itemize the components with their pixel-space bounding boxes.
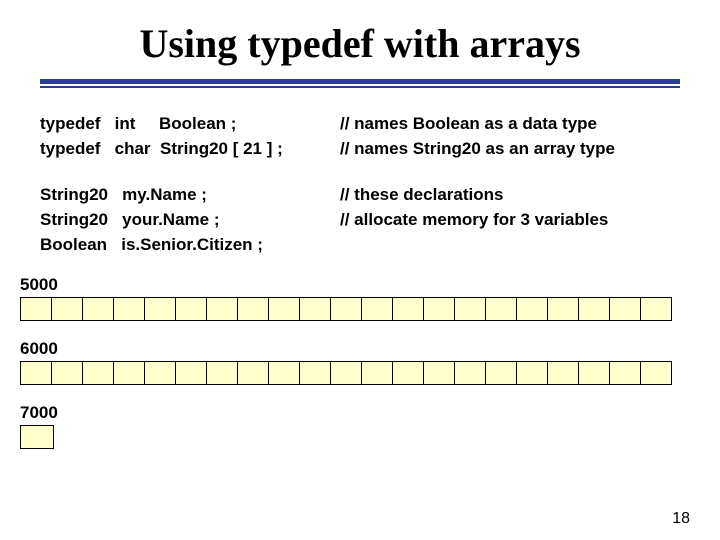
- title-pre: Using: [139, 21, 247, 66]
- memory-cell: [82, 297, 114, 321]
- memory-cell: [485, 361, 517, 385]
- memory-cell: [547, 361, 579, 385]
- memory-cell: [361, 297, 393, 321]
- memory-cell: [51, 297, 83, 321]
- code-line-1-comment: // names Boolean as a data type: [340, 112, 680, 137]
- code-line-5-comment: [340, 233, 680, 258]
- memory-cell: [144, 361, 176, 385]
- memory-cell: [20, 361, 52, 385]
- memory-cell: [578, 297, 610, 321]
- memory-cell: [392, 361, 424, 385]
- memory-row-5000: [20, 297, 700, 321]
- memory-cell: [547, 297, 579, 321]
- memory-cell: [175, 297, 207, 321]
- memory-cell: [330, 361, 362, 385]
- memory-cell: [268, 297, 300, 321]
- memory-cell: [20, 425, 54, 449]
- memory-row-7000: [20, 425, 700, 449]
- memory-cell: [82, 361, 114, 385]
- memory-cell: [609, 297, 641, 321]
- memory-cell: [51, 361, 83, 385]
- memory-cell: [516, 361, 548, 385]
- memory-cell: [175, 361, 207, 385]
- code-line-2-comment: // names String20 as an array type: [340, 137, 680, 162]
- page-number: 18: [672, 510, 690, 528]
- code-line-4-left: String20 your.Name ;: [40, 208, 340, 233]
- memory-cell: [454, 297, 486, 321]
- memory-cell: [609, 361, 641, 385]
- address-label-6000: 6000: [20, 339, 720, 359]
- memory-cell: [20, 297, 52, 321]
- memory-cell: [640, 297, 672, 321]
- code-line-1-left: typedef int Boolean ;: [40, 112, 340, 137]
- address-label-7000: 7000: [20, 403, 720, 423]
- memory-cell: [113, 297, 145, 321]
- title-keyword: typedef: [247, 21, 374, 66]
- memory-cell: [485, 297, 517, 321]
- memory-cell: [640, 361, 672, 385]
- code-line-4-comment: // allocate memory for 3 variables: [340, 208, 680, 233]
- memory-cell: [361, 361, 393, 385]
- code-line-2-left: typedef char String20 [ 21 ] ;: [40, 137, 340, 162]
- code-line-5-left: Boolean is.Senior.Citizen ;: [40, 233, 340, 258]
- memory-cell: [237, 361, 269, 385]
- address-label-5000: 5000: [20, 275, 720, 295]
- memory-cell: [454, 361, 486, 385]
- memory-cell: [299, 297, 331, 321]
- code-block: typedef int Boolean ; // names Boolean a…: [40, 112, 680, 257]
- slide-title: Using typedef with arrays: [0, 0, 720, 79]
- memory-cell: [578, 361, 610, 385]
- memory-row-6000: [20, 361, 700, 385]
- memory-cell: [144, 297, 176, 321]
- title-underline: [40, 79, 680, 88]
- memory-cell: [330, 297, 362, 321]
- memory-cell: [113, 361, 145, 385]
- memory-cell: [392, 297, 424, 321]
- title-post: with arrays: [374, 21, 581, 66]
- memory-cell: [237, 297, 269, 321]
- memory-cell: [423, 297, 455, 321]
- memory-cell: [299, 361, 331, 385]
- memory-cell: [206, 361, 238, 385]
- memory-cell: [268, 361, 300, 385]
- code-line-3-comment: // these declarations: [340, 183, 680, 208]
- code-line-3-left: String20 my.Name ;: [40, 183, 340, 208]
- memory-cell: [423, 361, 455, 385]
- memory-cell: [516, 297, 548, 321]
- memory-cell: [206, 297, 238, 321]
